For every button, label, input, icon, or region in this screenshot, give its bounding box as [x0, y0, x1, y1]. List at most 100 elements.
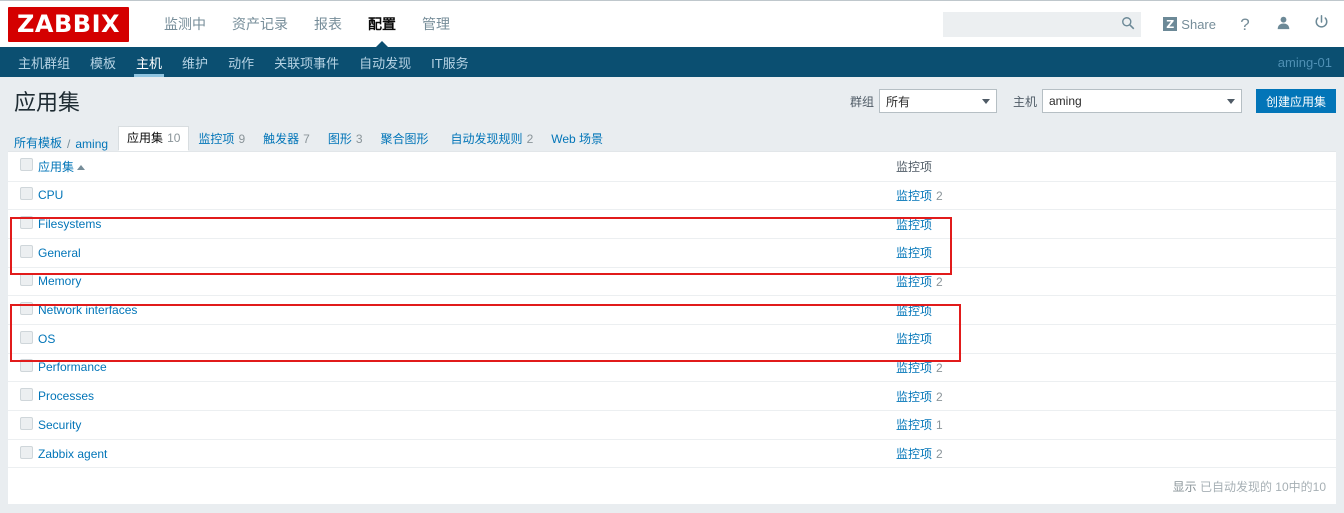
menu-item-inventory[interactable]: 资产记录	[219, 1, 301, 48]
share-button[interactable]: Z Share	[1163, 17, 1216, 32]
select-all-cell	[8, 152, 38, 182]
row-select-cell	[8, 267, 38, 297]
table-footer: 显示 已自动发现的 10中的10	[8, 468, 1336, 505]
tab-graphs-label: 图形	[327, 132, 352, 146]
footer-discovered-label: 已自动发现的	[1199, 479, 1272, 494]
application-link[interactable]: Security	[38, 418, 81, 432]
application-link[interactable]: OS	[38, 332, 55, 346]
tab-discovery-rules[interactable]: 自动发现规则 2	[442, 127, 543, 151]
row-checkbox[interactable]	[20, 187, 33, 201]
tab-screens-label: 聚合图形	[380, 132, 429, 146]
host-filter-select[interactable]: aming	[1041, 89, 1242, 113]
items-link[interactable]: 监控项	[896, 361, 932, 375]
items-link[interactable]: 监控项	[896, 447, 932, 461]
row-name-cell: Performance	[38, 353, 896, 383]
row-checkbox[interactable]	[20, 416, 33, 430]
table-row: Memory 监控项 2	[8, 267, 1336, 297]
tab-applications[interactable]: 应用集 10	[118, 126, 190, 151]
create-application-button[interactable]: 创建应用集	[1255, 89, 1336, 113]
subnav-item-actions[interactable]: 动作	[218, 47, 264, 77]
signout-button[interactable]	[1312, 14, 1330, 34]
zabbix-logo[interactable]: ZABBIX	[8, 6, 129, 42]
tab-screens[interactable]: 聚合图形	[372, 127, 442, 151]
table-row: Security 监控项 1	[8, 410, 1336, 440]
row-checkbox[interactable]	[20, 273, 33, 287]
items-link[interactable]: 监控项	[896, 218, 932, 232]
row-name-cell: Zabbix agent	[38, 439, 896, 469]
menu-item-configuration[interactable]: 配置	[355, 1, 409, 49]
tab-items-count: 9	[238, 132, 246, 146]
row-items-cell: 监控项	[896, 295, 1336, 325]
application-link[interactable]: General	[38, 246, 81, 260]
row-checkbox[interactable]	[20, 445, 33, 459]
subnav-item-it-services[interactable]: IT服务	[421, 47, 479, 77]
breadcrumb-current-template[interactable]: aming	[75, 137, 108, 151]
subnav-item-maintenance[interactable]: 维护	[172, 47, 218, 77]
items-count: 2	[936, 274, 943, 289]
application-link[interactable]: Memory	[38, 274, 81, 288]
menu-item-monitoring[interactable]: 监测中	[151, 1, 219, 48]
row-checkbox[interactable]	[20, 359, 33, 373]
table-row: Processes 监控项 2	[8, 381, 1336, 411]
subnav-item-host-groups[interactable]: 主机群组	[8, 47, 80, 77]
select-all-checkbox[interactable]	[20, 158, 33, 172]
tab-applications-count: 10	[167, 131, 181, 145]
application-link[interactable]: Network interfaces	[38, 303, 137, 317]
header-items-label: 监控项	[896, 159, 933, 174]
group-filter-select[interactable]: 所有	[878, 89, 997, 113]
table-row: General 监控项	[8, 238, 1336, 268]
table-row: CPU 监控项 2	[8, 181, 1336, 211]
application-link[interactable]: Performance	[38, 360, 107, 374]
row-checkbox[interactable]	[20, 244, 33, 258]
subnav-item-hosts[interactable]: 主机	[126, 47, 172, 77]
items-link[interactable]: 监控项	[896, 189, 932, 203]
row-items-cell: 监控项	[896, 238, 1336, 268]
tab-triggers-count: 7	[303, 132, 310, 146]
row-items-cell: 监控项 2	[896, 439, 1336, 469]
tab-applications-label: 应用集	[127, 131, 164, 145]
items-link[interactable]: 监控项	[896, 418, 932, 432]
row-checkbox[interactable]	[20, 388, 33, 402]
items-link[interactable]: 监控项	[896, 304, 932, 318]
tab-triggers[interactable]: 触发器 7	[254, 127, 319, 151]
table-header-row: 应用集 监控项	[8, 152, 1336, 182]
user-profile-button[interactable]	[1274, 14, 1292, 34]
tab-graphs[interactable]: 图形 3	[319, 127, 372, 151]
subnav-item-correlation[interactable]: 关联项事件	[264, 47, 349, 77]
search-input[interactable]	[948, 12, 1121, 36]
items-link[interactable]: 监控项	[896, 390, 932, 404]
zabbix-page: ZABBIX 监测中 资产记录 报表 配置 管理 Z Share ? 主机群组 …	[0, 0, 1344, 513]
row-name-cell: Filesystems	[38, 209, 896, 239]
application-link[interactable]: Zabbix agent	[38, 447, 107, 461]
breadcrumb: 所有模板 / aming 应用集 10 监控项 9 触发器 7 图形 3 聚合图…	[0, 125, 1344, 151]
table-row: Performance 监控项 2	[8, 353, 1336, 383]
row-name-cell: Security	[38, 410, 896, 440]
row-checkbox[interactable]	[20, 302, 33, 316]
menu-item-reports[interactable]: 报表	[301, 1, 355, 48]
subnav-item-templates[interactable]: 模板	[80, 47, 126, 77]
header-application-name[interactable]: 应用集	[38, 152, 896, 182]
header-items: 监控项	[896, 152, 1336, 182]
items-link[interactable]: 监控项	[896, 275, 932, 289]
application-link[interactable]: Processes	[38, 389, 94, 403]
subnav-item-discovery[interactable]: 自动发现	[349, 47, 421, 77]
items-link[interactable]: 监控项	[896, 332, 932, 346]
tab-items[interactable]: 监控项 9	[189, 127, 254, 151]
help-button[interactable]: ?	[1236, 14, 1254, 34]
global-search[interactable]	[943, 11, 1142, 37]
row-name-cell: Memory	[38, 267, 896, 297]
table-row: OS 监控项	[8, 324, 1336, 354]
tab-web-scenarios[interactable]: Web 场景	[542, 127, 616, 151]
items-link[interactable]: 监控项	[896, 246, 932, 260]
row-name-cell: General	[38, 238, 896, 268]
breadcrumb-all-templates[interactable]: 所有模板	[14, 134, 62, 151]
application-link[interactable]: Filesystems	[38, 217, 101, 231]
row-checkbox[interactable]	[20, 216, 33, 230]
current-username: aming-01	[1277, 54, 1332, 70]
menu-item-administration[interactable]: 管理	[409, 1, 463, 48]
application-link[interactable]: CPU	[38, 188, 63, 202]
chevron-down-icon	[1226, 99, 1235, 104]
row-checkbox[interactable]	[20, 330, 33, 344]
items-count: 2	[936, 188, 943, 203]
breadcrumb-separator: /	[67, 137, 71, 151]
